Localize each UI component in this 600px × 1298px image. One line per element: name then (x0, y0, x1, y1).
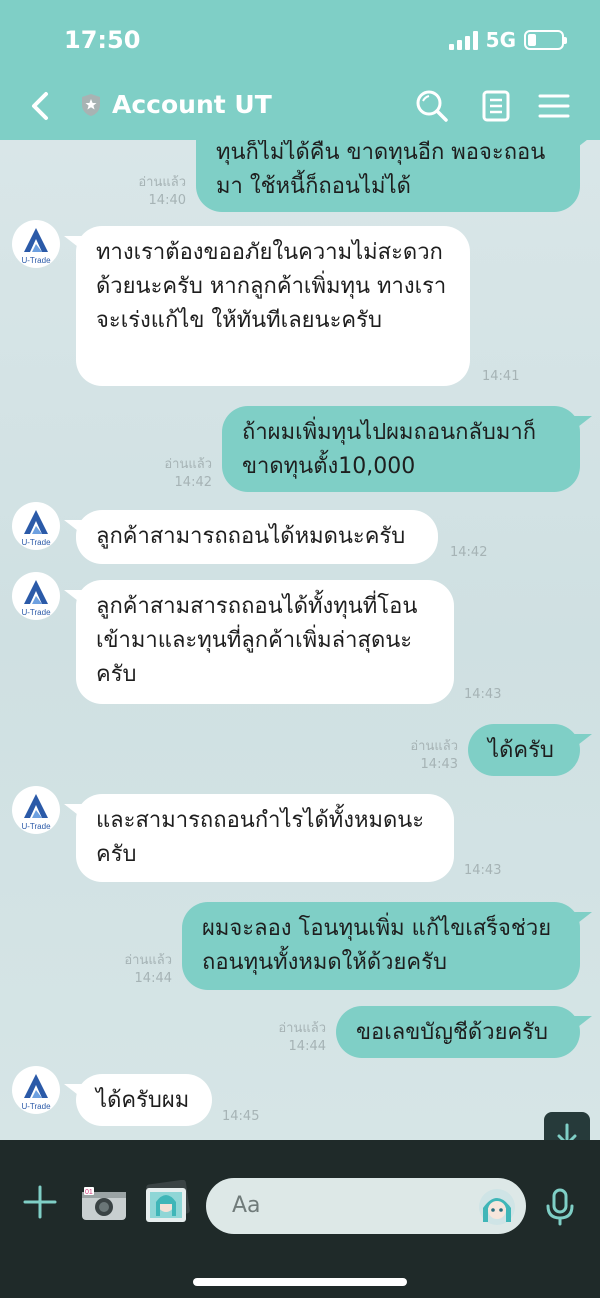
shield-star-icon (82, 93, 100, 116)
status-time: 17:50 (64, 26, 141, 54)
plus-icon[interactable] (22, 1184, 58, 1220)
avatar[interactable]: U-Trade (12, 572, 60, 620)
my-message-bubble[interactable]: ได้ครับ (468, 724, 592, 776)
utrade-logo-icon: U-Trade (21, 794, 51, 831)
my-message-bubble[interactable]: ทุนก็ไม่ได้คืน ขาดทุนอีก พอจะถอนมา ใช้หน… (196, 140, 592, 212)
arrow-down-icon (557, 1123, 577, 1140)
avatar[interactable]: U-Trade (12, 1066, 60, 1114)
status-indicators: 5G (448, 28, 567, 52)
message-text: ลูกค้าสามสารถถอนได้ทั้งทุนที่โอน เข้ามาแ… (96, 594, 418, 687)
message-meta: อ่านแล้ว 14:42 (138, 456, 212, 492)
message-text: ลูกค้าสามารถถอนได้หมดนะครับ (96, 524, 406, 549)
scroll-to-bottom-button[interactable] (544, 1112, 590, 1140)
svg-text:U-Trade: U-Trade (21, 256, 51, 265)
message-meta: อ่านแล้ว 14:40 (112, 174, 186, 210)
menu-icon[interactable] (536, 88, 572, 124)
message-text: ได้ครับ (488, 738, 554, 763)
microphone-icon[interactable] (544, 1188, 576, 1226)
read-receipt: อ่านแล้ว (124, 953, 172, 968)
their-message-bubble[interactable]: ลูกค้าสามารถถอนได้หมดนะครับ (64, 510, 438, 564)
message-time: 14:40 (148, 193, 186, 208)
search-icon[interactable] (414, 88, 450, 124)
read-receipt: อ่านแล้ว (278, 1021, 326, 1036)
message-text: ทางเราต้องขออภัยในความไม่สะดวกด้วยนะครับ… (96, 240, 447, 333)
utrade-logo-icon: U-Trade (21, 1074, 51, 1111)
message-time: 14:43 (420, 757, 458, 772)
message-time: 14:44 (134, 971, 172, 986)
camera-icon[interactable]: 01 (80, 1186, 128, 1222)
svg-text:U-Trade: U-Trade (21, 608, 51, 617)
message-time: 14:42 (174, 475, 212, 490)
message-time: 14:44 (288, 1039, 326, 1054)
message-text: ขอเลขบัญชีด้วยครับ (356, 1020, 548, 1045)
their-message-bubble[interactable]: ลูกค้าสามสารถถอนได้ทั้งทุนที่โอน เข้ามาแ… (64, 580, 454, 704)
message-meta: อ่านแล้ว 14:44 (252, 1020, 326, 1056)
svg-text:U-Trade: U-Trade (21, 1102, 51, 1111)
home-indicator (193, 1278, 407, 1286)
message-text: ผมจะลอง โอนทุนเพิ่ม แก้ไขเสร็จช่วย ถอนทุ… (202, 916, 552, 975)
utrade-logo-icon: U-Trade (21, 228, 51, 265)
svg-text:U-Trade: U-Trade (21, 538, 51, 547)
message-text: และสามารถถอนกำไรได้ทั้งหมดนะครับ (96, 808, 425, 867)
read-receipt: อ่านแล้ว (410, 739, 458, 754)
utrade-logo-icon: U-Trade (21, 510, 51, 547)
message-time: 14:45 (222, 1109, 260, 1124)
my-message-bubble[interactable]: ถ้าผมเพิ่มทุนไปผมถอนกลับมาก็ ขาดทุนตั้ง1… (222, 406, 592, 492)
battery-icon (524, 30, 567, 50)
message-text: ได้ครับผม (96, 1088, 190, 1113)
utrade-logo-icon: U-Trade (21, 580, 51, 617)
message-meta: อ่านแล้ว 14:44 (98, 952, 172, 988)
avatar[interactable]: U-Trade (12, 220, 60, 268)
sticker-icon[interactable] (478, 1188, 516, 1226)
message-meta: อ่านแล้ว 14:43 (384, 738, 458, 774)
read-receipt: อ่านแล้ว (164, 457, 212, 472)
message-time: 14:41 (482, 369, 520, 384)
notes-icon[interactable] (478, 88, 514, 124)
my-message-bubble[interactable]: ผมจะลอง โอนทุนเพิ่ม แก้ไขเสร็จช่วย ถอนทุ… (182, 902, 592, 990)
message-time: 14:43 (464, 687, 502, 702)
message-time: 14:43 (464, 863, 502, 878)
message-text: ถ้าผมเพิ่มทุนไปผมถอนกลับมาก็ ขาดทุนตั้ง1… (242, 420, 537, 479)
message-input-placeholder: Aa (232, 1193, 261, 1218)
avatar[interactable]: U-Trade (12, 786, 60, 834)
chat-title-group[interactable]: Account UT (80, 90, 272, 119)
signal-icon (448, 30, 478, 50)
message-text: ทุนก็ไม่ได้คืน ขาดทุนอีก พอจะถอนมา ใช้หน… (216, 140, 546, 199)
avatar[interactable]: U-Trade (12, 502, 60, 550)
message-list[interactable]: ทุนก็ไม่ได้คืน ขาดทุนอีก พอจะถอนมา ใช้หน… (0, 140, 600, 1140)
photo-album-icon[interactable] (142, 1180, 192, 1226)
network-label: 5G (485, 28, 516, 52)
svg-text:U-Trade: U-Trade (21, 822, 51, 831)
message-composer-bar: 01 Aa (0, 1140, 600, 1298)
svg-text:01: 01 (85, 1189, 93, 1196)
their-message-bubble[interactable]: และสามารถถอนกำไรได้ทั้งหมดนะครับ (64, 794, 454, 882)
their-message-bubble[interactable]: ได้ครับผม (64, 1074, 212, 1126)
chat-title: Account UT (112, 90, 272, 119)
message-time: 14:42 (450, 545, 488, 560)
their-message-bubble[interactable]: ทางเราต้องขออภัยในความไม่สะดวกด้วยนะครับ… (64, 226, 470, 386)
my-message-bubble[interactable]: ขอเลขบัญชีด้วยครับ (336, 1006, 592, 1058)
back-arrow-icon[interactable] (26, 88, 56, 124)
chat-header: 17:50 5G Account UT (0, 0, 600, 140)
read-receipt: อ่านแล้ว (138, 175, 186, 190)
